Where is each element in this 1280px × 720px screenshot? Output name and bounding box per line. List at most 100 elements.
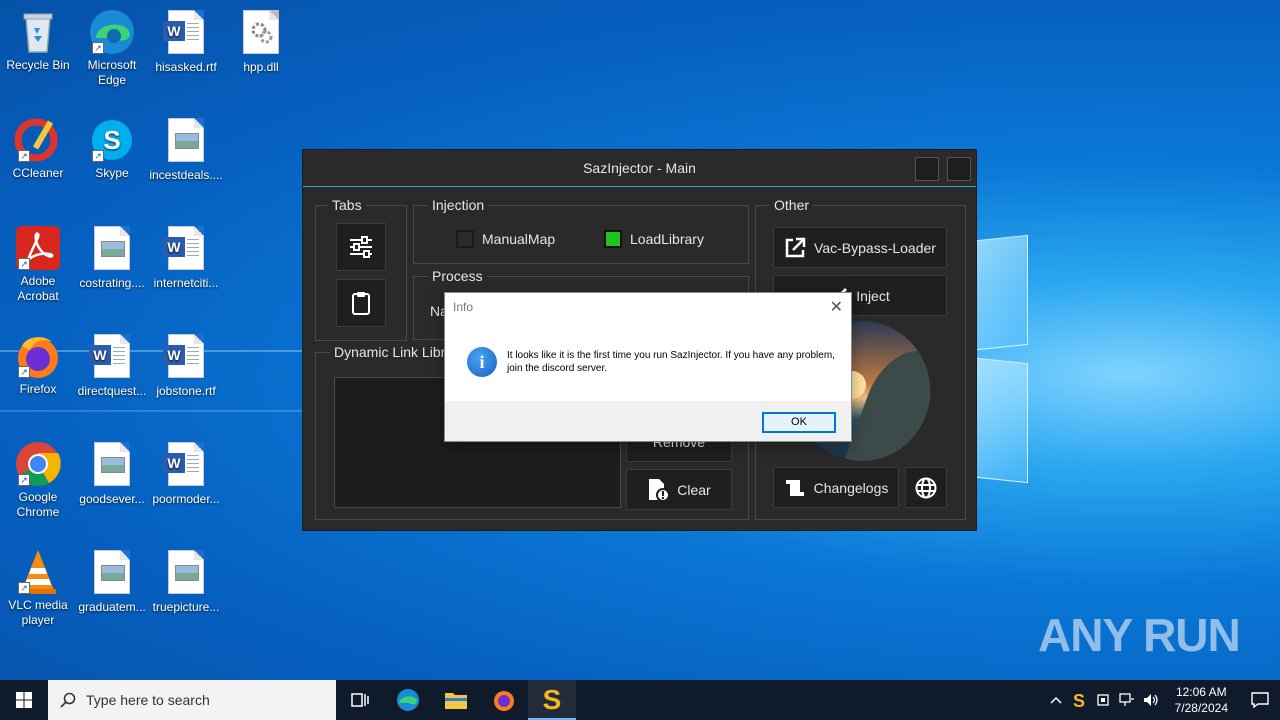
- tray-network-icon[interactable]: [1115, 680, 1139, 720]
- dialog-message: It looks like it is the first time you r…: [507, 350, 835, 374]
- ok-button[interactable]: OK: [762, 412, 836, 433]
- app-title: SazInjector - Main: [583, 160, 696, 176]
- firefox-icon: [494, 691, 514, 711]
- word-doc-icon: W: [162, 334, 210, 382]
- desktop-icon-ccleaner[interactable]: ↗ CCleaner: [0, 116, 76, 181]
- taskbar-firefox[interactable]: [480, 680, 528, 720]
- desktop-icon-file[interactable]: W jobstone.rtf: [148, 332, 224, 399]
- injection-group: Injection ManualMap LoadLibrary: [413, 197, 749, 264]
- acrobat-icon: ↗: [14, 224, 62, 272]
- scroll-icon: [785, 479, 804, 496]
- dialog-footer: OK: [445, 401, 851, 441]
- edge-icon: [397, 689, 419, 711]
- desktop-icon-file[interactable]: graduatem...: [74, 548, 150, 615]
- desktop-icon-adobe-acrobat[interactable]: ↗ Adobe Acrobat: [0, 224, 76, 304]
- system-tray: S 12:06 AM 7/28/2024: [1045, 680, 1280, 720]
- svg-text:S: S: [1073, 691, 1085, 709]
- close-button[interactable]: [947, 157, 971, 181]
- taskbar-sazinjector[interactable]: S: [528, 680, 576, 720]
- tabs-group: Tabs: [315, 197, 407, 341]
- injection-label: Injection: [428, 197, 489, 213]
- manualmap-checkbox[interactable]: [456, 230, 474, 248]
- desktop-icon-label: truepicture...: [152, 600, 220, 614]
- desktop-icon-label: hpp.dll: [243, 60, 279, 74]
- loadlibrary-label: LoadLibrary: [630, 231, 704, 247]
- image-file-icon: [162, 118, 210, 166]
- desktop-icon-label: internetciti...: [153, 276, 219, 290]
- website-button[interactable]: [905, 467, 947, 508]
- firefox-icon: ↗: [14, 332, 62, 380]
- minimize-button[interactable]: [915, 157, 939, 181]
- desktop-icon-label: Recycle Bin: [6, 58, 70, 72]
- desktop-icon-label: goodsever...: [79, 492, 145, 506]
- dialog-close-icon[interactable]: ✕: [830, 297, 843, 317]
- search-icon: [60, 692, 76, 708]
- task-view-button[interactable]: [336, 680, 384, 720]
- info-dialog: Info ✕ i It looks like it is the first t…: [444, 292, 852, 442]
- settings-tab-button[interactable]: [336, 223, 386, 271]
- desktop-icon-file[interactable]: truepicture...: [148, 548, 224, 615]
- desktop-icon-file[interactable]: incestdeals....: [148, 116, 224, 183]
- app-titlebar[interactable]: SazInjector - Main: [303, 150, 976, 187]
- desktop-icon-label: directquest...: [77, 384, 147, 398]
- windows-icon: [16, 692, 32, 708]
- taskbar-file-explorer[interactable]: [432, 680, 480, 720]
- desktop-icon-skype[interactable]: S ↗ Skype: [74, 116, 150, 181]
- dialog-body: i It looks like it is the first time you…: [445, 321, 851, 401]
- shortcut-arrow-icon: ↗: [18, 366, 30, 378]
- tray-device-icon[interactable]: [1091, 680, 1115, 720]
- loadlibrary-checkbox[interactable]: [604, 230, 622, 248]
- vlc-icon: ↗: [14, 548, 62, 596]
- clear-button[interactable]: Clear: [626, 469, 732, 510]
- inject-label: Inject: [856, 287, 890, 304]
- desktop-icon-edge[interactable]: ↗ Microsoft Edge: [74, 8, 150, 88]
- globe-icon: [915, 477, 937, 498]
- image-file-icon: [162, 550, 210, 598]
- shortcut-arrow-icon: ↗: [18, 582, 30, 594]
- taskbar-clock[interactable]: 12:06 AM 7/28/2024: [1163, 684, 1240, 716]
- vac-bypass-loader-label: Vac-Bypass-Loader: [814, 239, 936, 256]
- shortcut-arrow-icon: ↗: [18, 474, 30, 486]
- tray-volume-icon[interactable]: [1139, 680, 1163, 720]
- word-doc-icon: W: [88, 334, 136, 382]
- file-clear-icon: [649, 478, 670, 502]
- clipboard-tab-button[interactable]: [336, 279, 386, 327]
- svg-text:S: S: [543, 685, 562, 713]
- manualmap-option[interactable]: ManualMap: [456, 230, 555, 248]
- dialog-titlebar[interactable]: Info ✕: [445, 293, 851, 321]
- clear-label: Clear: [677, 481, 711, 498]
- desktop-icon-file[interactable]: goodsever...: [74, 440, 150, 507]
- desktop-icon-firefox[interactable]: ↗ Firefox: [0, 332, 76, 397]
- desktop-icon-file[interactable]: W internetciti...: [148, 224, 224, 291]
- taskbar-edge[interactable]: [384, 680, 432, 720]
- loadlibrary-option[interactable]: LoadLibrary: [604, 230, 704, 248]
- desktop-icon-file[interactable]: costrating....: [74, 224, 150, 291]
- watermark-text: ANY RUN: [1038, 609, 1241, 661]
- dll-file-icon: [237, 10, 285, 58]
- desktop-icon-file[interactable]: W poormoder...: [148, 440, 224, 507]
- tray-overflow-chevron-icon[interactable]: [1045, 680, 1067, 720]
- desktop-icon-vlc[interactable]: ↗ VLC media player: [0, 548, 76, 628]
- tray-sazinjector-icon[interactable]: S: [1067, 680, 1091, 720]
- anyrun-watermark: ANY RUN: [1038, 608, 1241, 662]
- desktop-icon-label: Google Chrome: [16, 490, 60, 519]
- desktop-icon-label: poormoder...: [152, 492, 220, 506]
- clock-date: 7/28/2024: [1174, 701, 1228, 715]
- taskbar-search-box[interactable]: Type here to search: [48, 680, 336, 720]
- desktop-icon-label: graduatem...: [78, 600, 146, 614]
- external-link-icon: [785, 237, 806, 257]
- desktop-icon-file[interactable]: W hisasked.rtf: [148, 8, 224, 75]
- desktop-icon-recycle-bin[interactable]: Recycle Bin: [0, 8, 76, 73]
- start-button[interactable]: [0, 680, 48, 720]
- desktop-icon-label: VLC media player: [8, 598, 68, 627]
- search-placeholder: Type here to search: [86, 692, 210, 708]
- desktop-icon-file[interactable]: W directquest...: [74, 332, 150, 399]
- desktop-icon-google-chrome[interactable]: ↗ Google Chrome: [0, 440, 76, 520]
- shortcut-arrow-icon: ↗: [18, 150, 30, 162]
- desktop-icon-file[interactable]: hpp.dll: [223, 8, 299, 75]
- vac-bypass-loader-button[interactable]: Vac-Bypass-Loader: [773, 227, 947, 268]
- other-label: Other: [770, 197, 814, 213]
- tabs-label: Tabs: [328, 197, 366, 213]
- changelogs-button[interactable]: Changelogs: [773, 467, 899, 508]
- action-center-button[interactable]: [1240, 680, 1280, 720]
